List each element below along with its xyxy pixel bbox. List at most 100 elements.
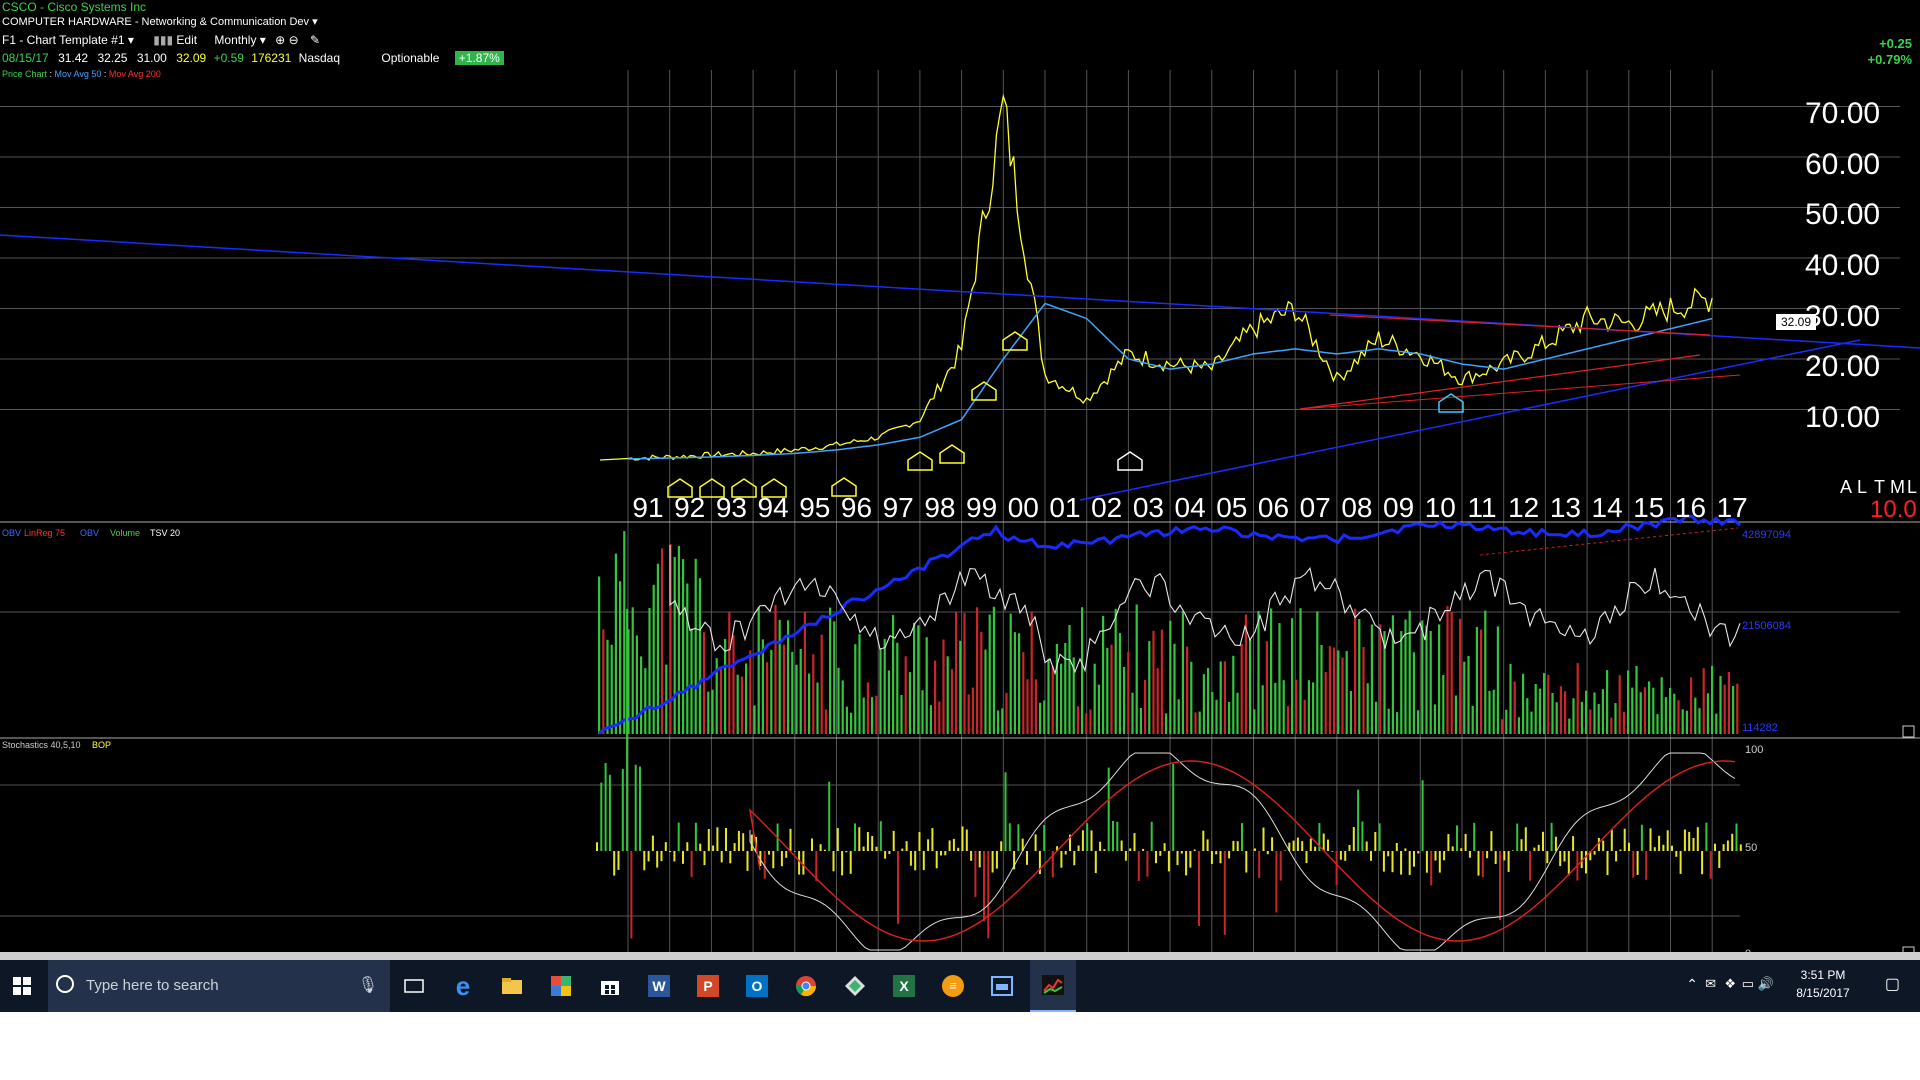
volume-bar bbox=[1169, 620, 1172, 734]
bop-bar bbox=[1103, 849, 1106, 851]
volume-bar bbox=[1173, 643, 1176, 734]
bop-bar bbox=[1559, 851, 1562, 867]
volume-bar bbox=[1249, 639, 1252, 734]
orange-app-icon[interactable]: ≡ bbox=[937, 970, 969, 1002]
industry-dropdown[interactable]: COMPUTER HARDWARE - Networking & Communi… bbox=[2, 15, 318, 28]
bop-bar bbox=[1533, 847, 1536, 851]
chrome-icon[interactable] bbox=[790, 970, 822, 1002]
bop-bar bbox=[974, 851, 977, 897]
file-explorer-icon[interactable] bbox=[496, 970, 528, 1002]
bop-bar bbox=[1008, 823, 1011, 851]
dropbox-icon[interactable]: ❖ bbox=[1724, 976, 1736, 992]
template-dropdown[interactable]: F1 - Chart Template #1 ▾ bbox=[2, 33, 134, 47]
bop-bar bbox=[1615, 851, 1618, 862]
excel-icon[interactable]: X bbox=[888, 970, 920, 1002]
bop-bar bbox=[1735, 823, 1738, 851]
bop-bar bbox=[1662, 844, 1665, 851]
outlook-icon[interactable]: O bbox=[741, 970, 773, 1002]
bop-bar bbox=[866, 832, 869, 851]
mail-icon[interactable]: ✉ bbox=[1705, 976, 1716, 992]
side-label-a[interactable]: A bbox=[1840, 477, 1852, 497]
volume-bar bbox=[1076, 706, 1079, 734]
bop-bar bbox=[1692, 838, 1695, 851]
volume-bar bbox=[1022, 652, 1025, 734]
side-label-l2[interactable]: L bbox=[1907, 477, 1917, 497]
clock[interactable]: 3:51 PM 8/15/2017 bbox=[1788, 968, 1858, 1000]
volume-bar bbox=[1412, 652, 1415, 734]
notification-icon[interactable]: ▢ bbox=[1885, 974, 1900, 994]
bop-bar bbox=[1017, 824, 1020, 851]
bop-bar bbox=[1632, 851, 1635, 878]
bop-bar bbox=[1481, 851, 1484, 878]
volume-bar bbox=[1265, 641, 1268, 734]
store-icon[interactable] bbox=[594, 970, 626, 1002]
volume-bar bbox=[1534, 684, 1537, 734]
volume-bar bbox=[820, 634, 823, 734]
bop-bar bbox=[1378, 823, 1381, 851]
side-label-m[interactable]: M bbox=[1890, 477, 1905, 497]
volume-bar bbox=[883, 638, 886, 734]
bop-bar bbox=[957, 847, 960, 851]
edit-button[interactable]: Edit bbox=[176, 33, 197, 47]
volume-icon[interactable]: 🔊 bbox=[1758, 976, 1774, 992]
bop-bar bbox=[1499, 851, 1501, 920]
bop-bar bbox=[1408, 851, 1411, 875]
volume-bar bbox=[1123, 666, 1126, 734]
network-app-icon[interactable] bbox=[986, 970, 1018, 1002]
panel-resize-handle[interactable] bbox=[1902, 725, 1915, 738]
edge-browser-icon[interactable]: e bbox=[447, 970, 479, 1002]
bop-bar bbox=[1490, 831, 1493, 851]
bop-bar bbox=[1314, 846, 1317, 851]
side-label-l[interactable]: L bbox=[1857, 477, 1867, 497]
volume-bar bbox=[938, 701, 941, 734]
chart-app-icon[interactable] bbox=[1030, 960, 1076, 1012]
year-label: 04 bbox=[1175, 492, 1206, 523]
volume-bar bbox=[1085, 713, 1088, 734]
bop-bar bbox=[905, 841, 908, 851]
period-dropdown[interactable]: Monthly ▾ bbox=[214, 33, 265, 47]
volume-bar bbox=[1215, 699, 1218, 734]
zoom-out-icon[interactable]: ⊖ bbox=[289, 33, 299, 47]
volume-bar bbox=[1223, 661, 1226, 734]
bop-bar bbox=[1572, 836, 1575, 851]
bop-bar bbox=[927, 839, 930, 851]
bop-bar bbox=[1309, 838, 1312, 851]
side-label-t[interactable]: T bbox=[1874, 477, 1885, 497]
search-input[interactable]: Type here to search 🎙 bbox=[48, 960, 390, 1012]
volume-bar bbox=[1177, 699, 1180, 734]
bop-bar bbox=[1202, 830, 1205, 851]
clock-time: 3:51 PM bbox=[1800, 968, 1846, 982]
bop-bar bbox=[699, 843, 702, 851]
bop-bar bbox=[1335, 851, 1338, 885]
bop-bar bbox=[1486, 851, 1489, 859]
volume-bar bbox=[1723, 684, 1726, 734]
microphone-icon[interactable]: 🎙 bbox=[358, 975, 378, 995]
bop-bar bbox=[909, 851, 912, 866]
task-view-icon[interactable] bbox=[398, 970, 430, 1002]
pencil-icon[interactable]: ✎ bbox=[310, 33, 320, 47]
word-icon[interactable]: W bbox=[643, 970, 675, 1002]
volume-bar bbox=[887, 670, 890, 734]
pattern-marker-icon bbox=[1002, 331, 1028, 351]
volume-bar bbox=[1517, 717, 1520, 734]
volume-bar bbox=[934, 660, 937, 734]
powerpoint-icon[interactable]: P bbox=[692, 970, 724, 1002]
photo-app-icon[interactable] bbox=[545, 970, 577, 1002]
zoom-in-icon[interactable]: ⊕ bbox=[275, 33, 285, 47]
bop-bar bbox=[720, 851, 723, 863]
volume-bar bbox=[854, 644, 857, 734]
volume-bar bbox=[648, 607, 651, 734]
volume-bar bbox=[1139, 708, 1142, 734]
volume-bar bbox=[1358, 619, 1361, 734]
chevron-up-icon[interactable]: ⌃ bbox=[1686, 976, 1698, 993]
windows-start-icon[interactable] bbox=[6, 970, 38, 1002]
network-icon[interactable]: ▭ bbox=[1742, 976, 1754, 992]
volume-bar bbox=[1013, 632, 1016, 734]
app-diamond-icon[interactable] bbox=[839, 970, 871, 1002]
price-tick: 70.00 bbox=[1805, 97, 1880, 130]
pct-change-right: +0.79% bbox=[1867, 52, 1912, 67]
price-chart-area[interactable]: 70.00 60.00 50.00 40.00 30.00 20.00 10.0… bbox=[0, 70, 1920, 960]
year-label: 99 bbox=[966, 492, 997, 523]
pattern-markers bbox=[667, 331, 1464, 498]
bar-chart-icon[interactable]: ▮▮▮ bbox=[153, 33, 173, 47]
